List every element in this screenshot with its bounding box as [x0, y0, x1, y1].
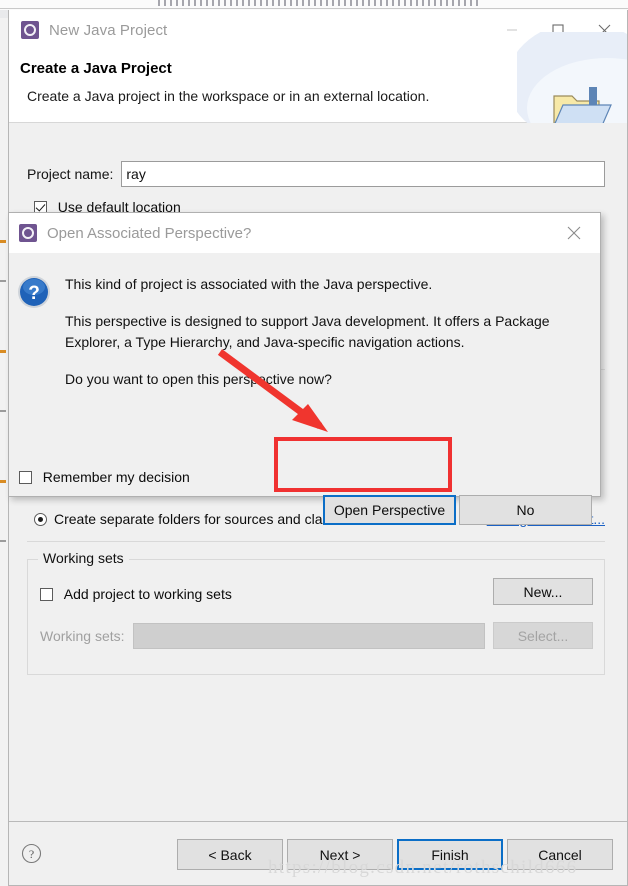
dialog-paragraph-3: Do you want to open this perspective now…: [65, 371, 332, 387]
select-working-sets-button[interactable]: Select...: [493, 622, 593, 649]
radio-button: [34, 512, 47, 526]
dialog-paragraph-2: This perspective is designed to support …: [65, 313, 550, 350]
background-window-top-text: [158, 0, 478, 6]
page-subtitle: Create a Java project in the workspace o…: [27, 88, 430, 104]
separate-folders-label: Create separate folders for sources and …: [54, 511, 366, 527]
dialog-title: Open Associated Perspective?: [47, 224, 252, 242]
watermark: https://blog.csdn.net/rothschild666: [268, 857, 578, 878]
new-working-set-button[interactable]: New...: [493, 578, 593, 605]
window-title: New Java Project: [49, 21, 168, 39]
working-sets-legend: Working sets: [38, 550, 129, 566]
project-name-label: Project name:: [27, 166, 114, 182]
project-name-input[interactable]: ray: [121, 161, 605, 187]
java-perspective-gear-icon: [19, 224, 37, 242]
working-sets-combo[interactable]: [132, 622, 485, 649]
checkbox-box: [40, 587, 53, 601]
remember-my-decision-label: Remember my decision: [42, 469, 190, 486]
highlight-box-annotation: [274, 437, 452, 492]
wizard-banner: Create a Java Project Create a Java proj…: [9, 32, 627, 129]
dialog-buttons: Open Perspective No: [323, 495, 592, 525]
open-perspective-button[interactable]: Open Perspective: [323, 495, 456, 525]
svg-text:?: ?: [29, 847, 34, 861]
dialog-message: This kind of project is associated with …: [65, 274, 584, 390]
java-project-gear-icon: [21, 21, 39, 39]
background-window-divider: [0, 8, 628, 9]
dialog-titlebar: Open Associated Perspective?: [9, 213, 600, 253]
no-button[interactable]: No: [459, 495, 592, 525]
help-question-icon[interactable]: ?: [21, 843, 42, 864]
working-sets-group: Working sets Add project to working sets…: [27, 550, 605, 675]
add-to-working-sets-label: Add project to working sets: [63, 586, 232, 603]
working-sets-combo-label: Working sets:: [40, 627, 125, 644]
svg-text:?: ?: [28, 283, 40, 304]
section-divider: [27, 541, 605, 542]
working-sets-select-row: Working sets: Select...: [40, 622, 593, 649]
question-mark-icon: ?: [18, 276, 50, 308]
dialog-paragraph-1: This kind of project is associated with …: [65, 276, 433, 292]
page-title: Create a Java Project: [20, 60, 172, 77]
project-name-row: Project name: ray: [27, 161, 605, 187]
close-icon[interactable]: [552, 213, 596, 253]
checkbox-box: [19, 470, 32, 484]
remember-my-decision-checkbox[interactable]: Remember my decision: [19, 469, 190, 485]
add-to-working-sets-checkbox[interactable]: Add project to working sets: [40, 586, 232, 602]
background-window-left-markers: [0, 240, 7, 760]
